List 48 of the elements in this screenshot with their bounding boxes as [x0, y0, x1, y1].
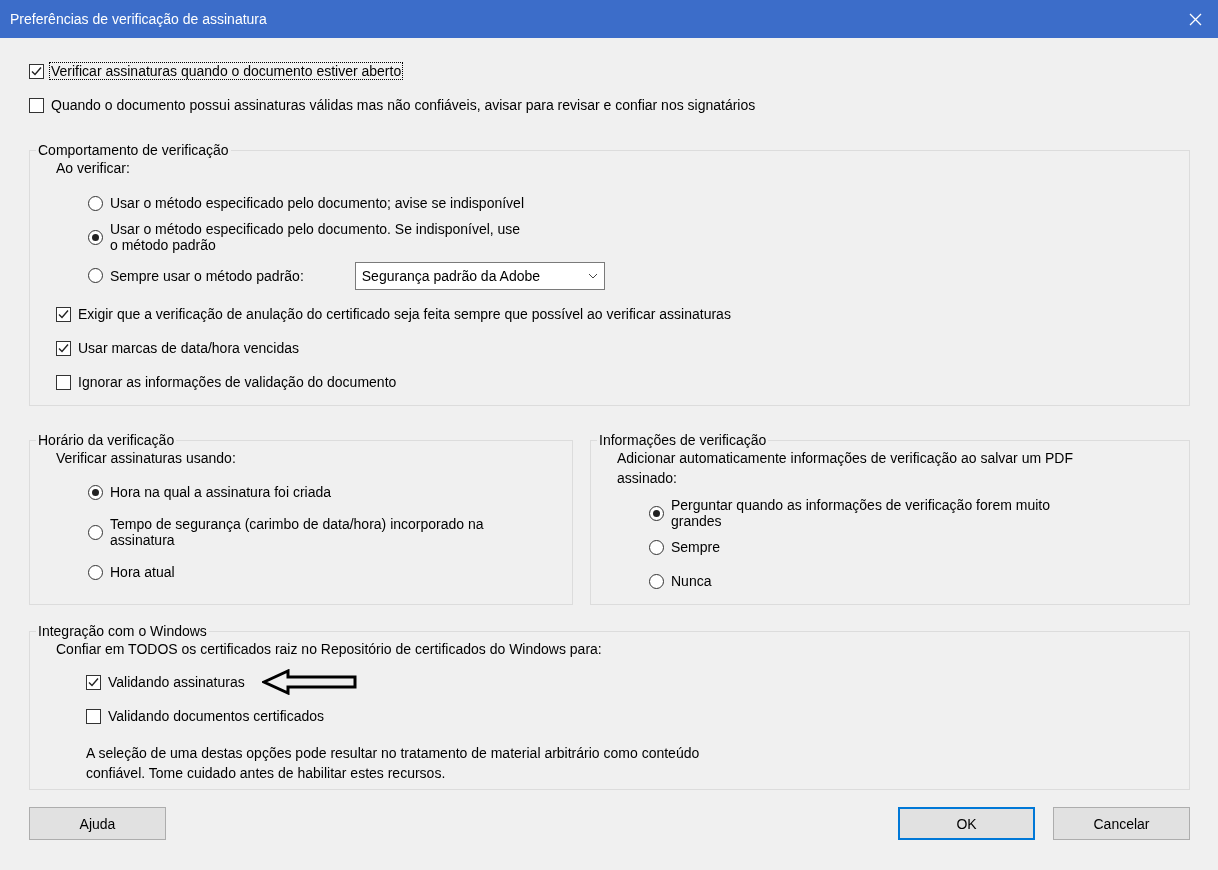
radio-label: Usar o método especificado pelo documento. Se indisponível, use o método padrão: [109, 220, 522, 254]
radio-label: Hora atual: [109, 563, 176, 581]
group-title: Informações de verificação: [598, 432, 768, 448]
radio-button[interactable]: [649, 505, 664, 521]
checkbox[interactable]: [56, 340, 71, 356]
ok-button[interactable]: OK: [898, 807, 1035, 840]
group-title: Integração com o Windows: [37, 623, 208, 639]
checkbox-label: Validando assinaturas: [107, 673, 246, 691]
checkbox[interactable]: [56, 374, 71, 390]
radio-button[interactable]: [649, 573, 664, 589]
radio-button[interactable]: [88, 524, 103, 540]
radio-label: Nunca: [670, 572, 713, 590]
checkbox[interactable]: [29, 97, 44, 113]
dropdown[interactable]: Segurança padrão da Adobe: [354, 261, 605, 290]
radio-button[interactable]: [88, 229, 103, 245]
checkbox-label: Exigir que a verificação de anulação do certificado seja feita sempre que possível ao verificar assinaturas: [77, 305, 732, 323]
group-title: Horário da verificação: [37, 432, 176, 448]
radio-button[interactable]: [649, 539, 664, 555]
checkbox[interactable]: [86, 708, 101, 724]
radio-button[interactable]: [88, 564, 103, 580]
checkbox[interactable]: [29, 63, 44, 79]
checkbox-label: Quando o documento possui assinaturas válidas mas não confiáveis, avisar para revisar e confiar nos signatários: [50, 96, 757, 114]
window-title: Preferências de verificação de assinatura: [10, 11, 267, 27]
radio-label: Perguntar quando as informações de verificação forem muito grandes: [670, 496, 1051, 530]
group-title: Comportamento de verificação: [37, 142, 230, 158]
close-icon: [1188, 12, 1202, 26]
chevron-down-icon: [587, 272, 598, 279]
checkbox-label: Validando documentos certificados: [107, 707, 326, 725]
radio-button[interactable]: [88, 195, 103, 211]
radio-label: Hora na qual a assinatura foi criada: [109, 483, 333, 501]
checkbox-label: Usar marcas de data/hora vencidas: [77, 339, 300, 357]
checkbox-label: Verificar assinaturas quando o documento estiver aberto: [49, 62, 404, 80]
radio-label: Sempre: [670, 538, 722, 556]
radio-button[interactable]: [88, 484, 103, 500]
checkbox-label: Ignorar as informações de validação do documento: [77, 373, 398, 391]
checkbox[interactable]: [56, 306, 71, 322]
radio-label: Sempre usar o método padrão:: [109, 266, 305, 285]
help-button[interactable]: Ajuda: [29, 807, 166, 840]
prompt-text: Adicionar automaticamente informações de verificação ao salvar um PDF assinado:: [616, 449, 1074, 488]
prompt-text: Ao verificar:: [55, 159, 131, 178]
radio-button[interactable]: [88, 268, 103, 283]
cancel-button[interactable]: Cancelar: [1053, 807, 1190, 840]
warning-text: A seleção de uma destas opções pode resultar no tratamento de material arbitrário como conteúdo confiável. Tome cuidado antes de habilitar estes recursos.: [85, 744, 701, 783]
radio-label: Usar o método especificado pelo documento; avise se indisponível: [109, 194, 526, 212]
radio-label: Tempo de segurança (carimbo de data/hora) incorporado na assinatura: [109, 515, 485, 549]
prompt-text: Confiar em TODOS os certificados raiz no Repositório de certificados do Windows para:: [55, 640, 603, 659]
checkbox[interactable]: [86, 674, 101, 690]
prompt-text: Verificar assinaturas usando:: [55, 449, 237, 468]
